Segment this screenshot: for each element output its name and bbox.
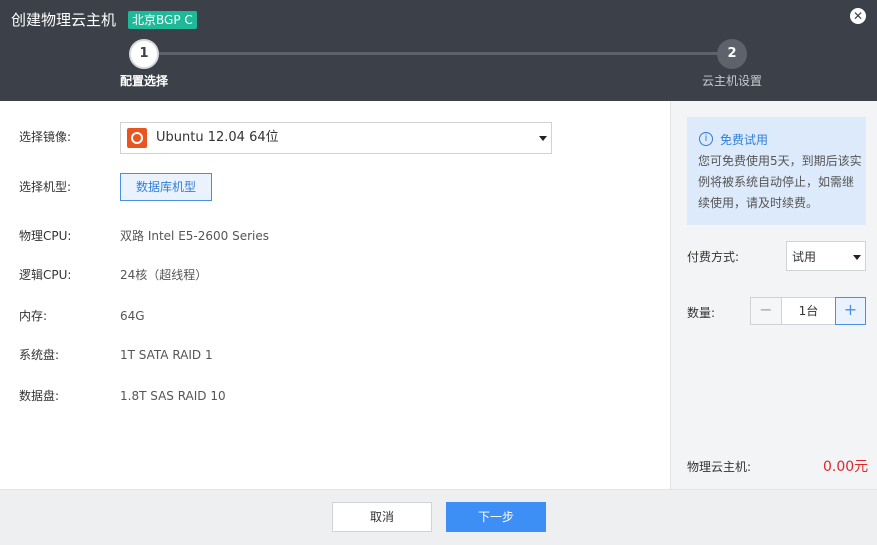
spec-label-system-disk: 系统盘: <box>19 348 60 362</box>
cancel-button[interactable]: 取消 <box>332 502 432 532</box>
info-icon: i <box>699 132 713 146</box>
close-icon[interactable]: ✕ <box>850 8 866 24</box>
price-value: 0.00元 <box>823 459 869 475</box>
type-label: 选择机型: <box>19 180 72 194</box>
step-progress-line <box>144 52 732 55</box>
step-1-label: 配置选择 <box>120 74 169 88</box>
spec-label-logical-cpu: 逻辑CPU: <box>19 268 72 282</box>
quantity-label: 数量: <box>687 306 716 320</box>
step-2-label: 云主机设置 <box>702 74 763 88</box>
spec-value-physical-cpu: 双路 Intel E5-2600 Series <box>120 229 269 243</box>
trial-notice: i 免费试用 您可免费使用5天，到期后该实例将被系统自动停止，如需继续使用，请及… <box>687 117 866 225</box>
image-select-value: Ubuntu 12.04 64位 <box>156 130 279 145</box>
image-label: 选择镜像: <box>19 130 72 144</box>
spec-value-data-disk: 1.8T SAS RAID 10 <box>120 389 226 403</box>
spec-value-memory: 64G <box>120 309 145 323</box>
dialog-header: 创建物理云主机 北京BGP C ✕ 1 2 配置选择 云主机设置 <box>0 0 877 101</box>
image-select[interactable]: Ubuntu 12.04 64位 <box>120 122 552 154</box>
spec-label-memory: 内存: <box>19 309 48 323</box>
trial-text: 您可免费使用5天，到期后该实例将被系统自动停止，如需继续使用，请及时续费。 <box>698 154 862 210</box>
config-form: 选择镜像: Ubuntu 12.04 64位 选择机型: 数据库机型 物理CPU… <box>0 101 670 489</box>
pay-method-value: 试用 <box>792 250 817 264</box>
order-sidebar: i 免费试用 您可免费使用5天，到期后该实例将被系统自动停止，如需继续使用，请及… <box>670 101 877 489</box>
price-label: 物理云主机: <box>687 460 752 474</box>
quantity-decrease-button[interactable]: − <box>751 298 782 324</box>
quantity-increase-button[interactable]: + <box>835 297 866 325</box>
spec-label-data-disk: 数据盘: <box>19 389 60 403</box>
dialog-footer: 取消 下一步 <box>0 489 877 545</box>
dialog-title: 创建物理云主机 <box>11 11 117 29</box>
chevron-down-icon <box>853 255 861 260</box>
spec-label-physical-cpu: 物理CPU: <box>19 229 72 243</box>
quantity-input[interactable]: 1台 <box>782 298 835 324</box>
pay-method-select[interactable]: 试用 <box>786 241 866 271</box>
trial-title: 免费试用 <box>720 133 769 147</box>
pay-method-label: 付费方式: <box>687 250 740 264</box>
spec-value-system-disk: 1T SATA RAID 1 <box>120 348 213 362</box>
region-badge: 北京BGP C <box>128 11 197 29</box>
quantity-stepper: − 1台 + <box>750 297 866 325</box>
step-2-indicator: 2 <box>717 39 747 69</box>
ubuntu-icon <box>127 128 147 148</box>
next-step-button[interactable]: 下一步 <box>446 502 546 532</box>
database-type-button[interactable]: 数据库机型 <box>120 173 212 201</box>
spec-value-logical-cpu: 24核（超线程） <box>120 268 208 282</box>
step-1-indicator: 1 <box>129 39 159 69</box>
chevron-down-icon <box>539 136 547 141</box>
